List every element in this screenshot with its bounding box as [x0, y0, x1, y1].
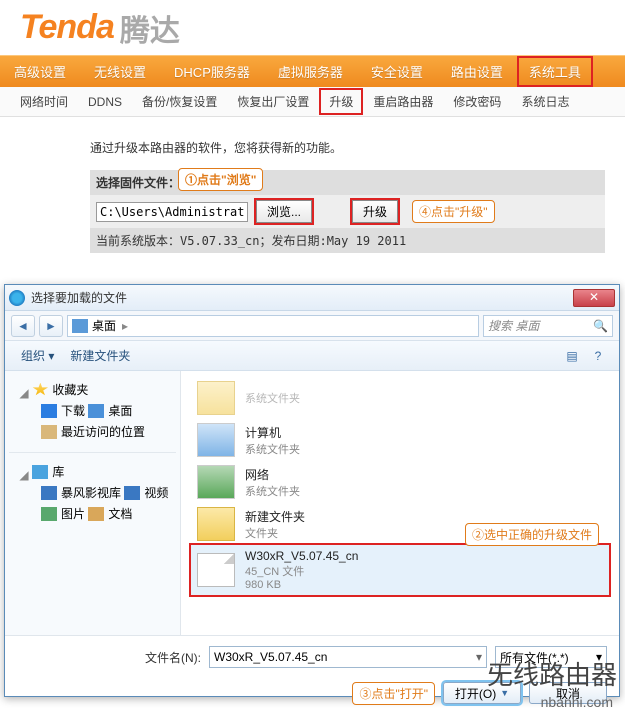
watermark-main: 旡线路由器 [487, 655, 617, 692]
tree-recent[interactable]: 最近访问的位置 [41, 421, 145, 442]
tree-documents[interactable]: 文档 [88, 503, 132, 524]
network-icon [197, 465, 235, 499]
firmware-path-input[interactable] [96, 202, 248, 222]
dialog-body: ◢ 收藏夹 下载 桌面 最近访问的位置 ◢ 库 暴风影视库 视频 图片 [5, 371, 619, 635]
subnav-reboot[interactable]: 重启路由器 [363, 93, 443, 110]
callout-4: ④点击"升级" [412, 200, 495, 223]
file-item-partial[interactable]: 系统文件夹 [191, 377, 609, 419]
folder-icon [197, 381, 235, 415]
search-icon: 🔍 [593, 319, 608, 333]
file-item-network[interactable]: 网络 系统文件夹 [191, 461, 609, 503]
subnav-syslog[interactable]: 系统日志 [511, 93, 579, 110]
file-open-dialog: 选择要加载的文件 ✕ ◄ ► 桌面 ▸ 搜索 桌面 🔍 组织 ▾ 新建文件夹 ▤… [4, 284, 620, 697]
nav-forward-button[interactable]: ► [39, 315, 63, 337]
breadcrumb-desktop[interactable]: 桌面 [92, 317, 116, 334]
tree-downloads[interactable]: 下载 [41, 400, 85, 421]
desktop-icon [72, 319, 88, 333]
select-firmware-text: 选择固件文件： [96, 176, 180, 190]
tree-videos[interactable]: 视频 [124, 482, 168, 503]
upgrade-description: 通过升级本路由器的软件，您将获得新的功能。 [90, 139, 605, 156]
subnav-ddns[interactable]: DDNS [78, 95, 132, 109]
breadcrumb[interactable]: 桌面 ▸ [67, 315, 479, 337]
nav-system-tools[interactable]: 系统工具 [517, 56, 593, 87]
subnav-backup[interactable]: 备份/恢复设置 [132, 93, 227, 110]
download-icon [41, 404, 57, 418]
brand-cn: 腾达 [120, 6, 180, 50]
firmware-input-row: 浏览... 升级 ④点击"升级" [90, 195, 605, 228]
search-placeholder: 搜索 桌面 [488, 317, 539, 334]
browse-button[interactable]: 浏览... [256, 200, 312, 223]
callout-3: ③点击"打开" [352, 682, 435, 705]
subnav-password[interactable]: 修改密码 [443, 93, 511, 110]
tree-pictures[interactable]: 图片 [41, 503, 85, 524]
nav-tree: ◢ 收藏夹 下载 桌面 最近访问的位置 ◢ 库 暴风影视库 视频 图片 [5, 371, 181, 635]
nav-advanced[interactable]: 高级设置 [0, 62, 80, 81]
filename-label: 文件名(N): [145, 649, 201, 666]
nav-security[interactable]: 安全设置 [357, 62, 437, 81]
nav-routing[interactable]: 路由设置 [437, 62, 517, 81]
subnav-time[interactable]: 网络时间 [10, 93, 78, 110]
upgrade-content: 通过升级本路由器的软件，您将获得新的功能。 选择固件文件： ①点击"浏览" 浏览… [0, 117, 625, 261]
dialog-titlebar: 选择要加载的文件 ✕ [5, 285, 619, 311]
nav-wireless[interactable]: 无线设置 [80, 62, 160, 81]
nav-back-button[interactable]: ◄ [11, 315, 35, 337]
dialog-title: 选择要加载的文件 [31, 289, 573, 306]
close-button[interactable]: ✕ [573, 289, 615, 307]
file-list: 系统文件夹 计算机 系统文件夹 网络 系统文件夹 新建文件夹 [181, 371, 619, 635]
tree-baofeng[interactable]: 暴风影视库 [41, 482, 121, 503]
tree-libraries[interactable]: 库 [32, 461, 64, 482]
star-icon [32, 383, 48, 397]
library-icon [32, 465, 48, 479]
subnav-upgrade[interactable]: 升级 [319, 88, 363, 115]
computer-icon [197, 423, 235, 457]
chevron-down-icon: ▾ [476, 650, 482, 664]
dialog-navbar: ◄ ► 桌面 ▸ 搜索 桌面 🔍 [5, 311, 619, 341]
watermark-sub: nbanhi.com [541, 694, 613, 710]
upgrade-button[interactable]: 升级 [352, 200, 398, 223]
filename-combo[interactable]: W30xR_V5.07.45_cn ▾ [209, 646, 487, 668]
file-icon [197, 553, 235, 587]
current-version: 当前系统版本：V5.07.33_cn；发布日期:May 19 2011 [90, 228, 605, 253]
video-icon [124, 486, 140, 500]
help-button[interactable]: ? [587, 346, 609, 366]
organize-menu[interactable]: 组织 ▾ [13, 347, 62, 364]
recent-icon [41, 425, 57, 439]
brand-logo: Tenda [20, 8, 114, 47]
tree-toggle-libraries[interactable]: ◢ [19, 468, 29, 482]
subnav-factory[interactable]: 恢复出厂设置 [227, 93, 319, 110]
brand-header: Tenda 腾达 [0, 0, 625, 55]
ie-icon [9, 290, 25, 306]
tree-desktop[interactable]: 桌面 [88, 400, 132, 421]
breadcrumb-separator: ▸ [116, 319, 134, 333]
callout-2: ②选中正确的升级文件 [465, 523, 599, 546]
document-icon [88, 507, 104, 521]
file-item-firmware[interactable]: W30xR_V5.07.45_cn 45_CN 文件 980 KB [191, 545, 609, 595]
new-folder-button[interactable]: 新建文件夹 [62, 347, 138, 364]
callout-1: ①点击"浏览" [178, 168, 263, 191]
select-firmware-label: 选择固件文件： ①点击"浏览" [90, 170, 605, 195]
filename-value: W30xR_V5.07.45_cn [214, 650, 327, 664]
folder-icon [197, 507, 235, 541]
nav-virtual[interactable]: 虚拟服务器 [264, 62, 357, 81]
sub-nav: 网络时间 DDNS 备份/恢复设置 恢复出厂设置 升级 重启路由器 修改密码 系… [0, 87, 625, 117]
search-input[interactable]: 搜索 桌面 🔍 [483, 315, 613, 337]
nav-dhcp[interactable]: DHCP服务器 [160, 62, 264, 81]
video-icon [41, 486, 57, 500]
main-nav: 高级设置 无线设置 DHCP服务器 虚拟服务器 安全设置 路由设置 系统工具 [0, 55, 625, 87]
dialog-toolbar: 组织 ▾ 新建文件夹 ▤ ? [5, 341, 619, 371]
tree-toggle-favorites[interactable]: ◢ [19, 386, 29, 400]
picture-icon [41, 507, 57, 521]
desktop-icon [88, 404, 104, 418]
tree-favorites[interactable]: 收藏夹 [32, 379, 88, 400]
view-mode-button[interactable]: ▤ [561, 346, 583, 366]
file-item-computer[interactable]: 计算机 系统文件夹 [191, 419, 609, 461]
